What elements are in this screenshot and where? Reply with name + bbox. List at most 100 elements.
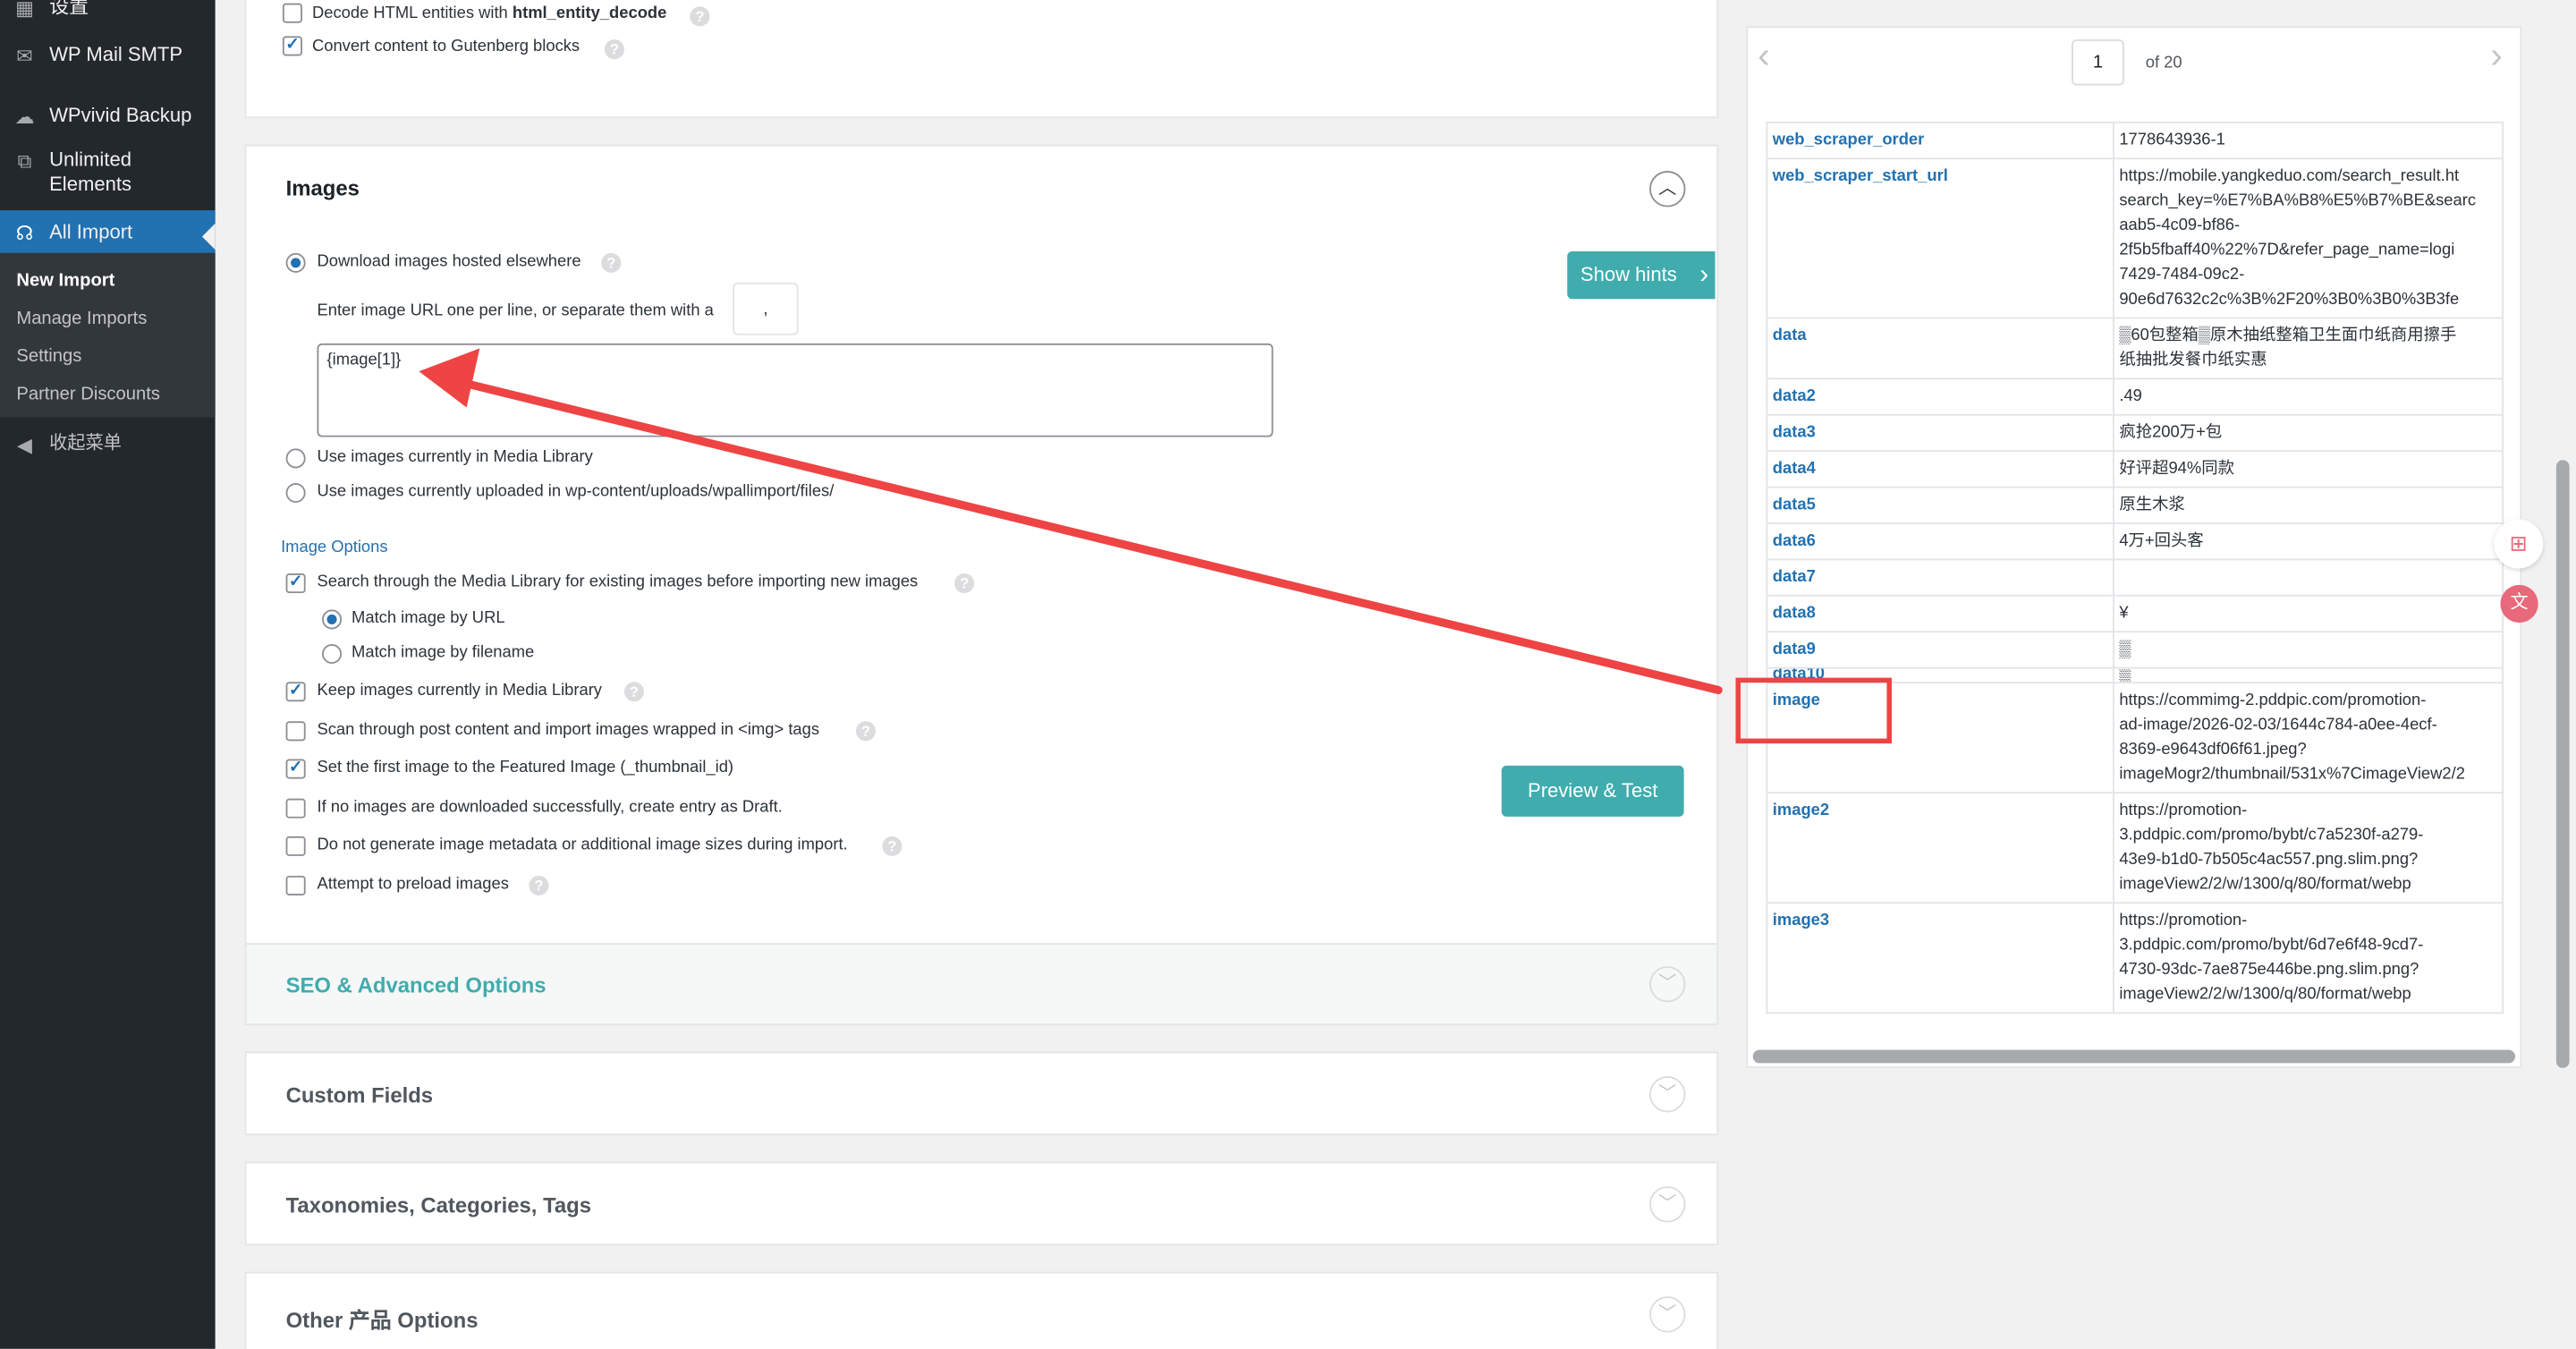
expand-chevron-down-icon[interactable]: ﹀ bbox=[1649, 1296, 1686, 1333]
help-icon[interactable]: ? bbox=[601, 252, 622, 273]
sidebar-item-wpvivid-backup[interactable]: ☁ WPvivid Backup bbox=[0, 104, 216, 129]
help-icon[interactable]: ? bbox=[690, 6, 710, 27]
table-scrollbar-thumb[interactable] bbox=[1752, 1049, 2515, 1064]
field-key[interactable]: image2 bbox=[1766, 792, 2114, 904]
field-key[interactable]: image bbox=[1766, 682, 2114, 794]
collapse-menu-button[interactable]: ◀ 收起菜单 bbox=[0, 432, 216, 457]
content-options-panel: Decode HTML entities with html_entity_de… bbox=[244, 0, 1719, 119]
images-panel: Images ︿ Download images hosted elsewher… bbox=[244, 144, 1719, 944]
gutenberg-label: Convert content to Gutenberg blocks bbox=[311, 38, 580, 56]
scan-content-checkbox[interactable] bbox=[285, 721, 306, 742]
field-key[interactable]: data8 bbox=[1766, 594, 2114, 633]
custom-fields-section[interactable]: Custom Fields ﹀ bbox=[244, 1051, 1719, 1136]
other-options-section[interactable]: Other 产品 Options ﹀ bbox=[244, 1271, 1719, 1349]
submenu-partner-discounts[interactable]: Partner Discounts bbox=[16, 385, 160, 404]
taxonomies-section[interactable]: Taxonomies, Categories, Tags ﹀ bbox=[244, 1161, 1719, 1246]
record-number-input[interactable]: 1 bbox=[2072, 39, 2124, 86]
media-library-label: Use images currently in Media Library bbox=[317, 448, 593, 467]
unlimited-elements-icon: ⧉ bbox=[17, 149, 32, 173]
keep-images-checkbox[interactable]: ✓ bbox=[285, 682, 306, 702]
field-key[interactable]: data5 bbox=[1766, 486, 2114, 524]
decode-entities-checkbox[interactable] bbox=[282, 3, 302, 23]
field-key[interactable]: web_scraper_order bbox=[1766, 121, 2114, 160]
sidebar-submenu: New Import Manage Imports Settings Partn… bbox=[0, 252, 216, 418]
media-library-radio[interactable] bbox=[285, 448, 306, 469]
data-preview-table: web_scraper_order 1778643936-1 web_scraper… bbox=[1766, 121, 2504, 1014]
sidebar-item-unlimited-elements[interactable]: ⧉ Unlimited Elements bbox=[0, 148, 216, 197]
field-value: ▒ bbox=[2112, 631, 2504, 669]
help-icon[interactable]: ? bbox=[954, 573, 975, 594]
show-hints-label: Show hints bbox=[1580, 262, 1677, 286]
field-value: 4万+回头客 bbox=[2112, 522, 2504, 561]
field-value: https://promotion- 3.pddpic.com/promo/by… bbox=[2112, 902, 2504, 1014]
help-icon[interactable]: ? bbox=[882, 836, 902, 856]
submenu-settings[interactable]: Settings bbox=[16, 347, 81, 367]
page-scrollbar-thumb[interactable] bbox=[2555, 460, 2570, 1068]
draft-if-none-checkbox[interactable] bbox=[285, 798, 306, 819]
sidebar-item-settings[interactable]: ▦ 设置 bbox=[0, 0, 216, 20]
uploaded-files-radio[interactable] bbox=[285, 482, 306, 504]
extension-grid-icon[interactable]: ⊞ bbox=[2494, 519, 2544, 569]
table-row: image2 https://promotion- 3.pddpic.com/pr… bbox=[1766, 792, 2504, 904]
match-filename-radio[interactable] bbox=[321, 643, 343, 665]
match-url-label: Match image by URL bbox=[352, 609, 505, 628]
field-key[interactable]: data9 bbox=[1766, 631, 2114, 669]
match-filename-label: Match image by filename bbox=[352, 643, 535, 663]
download-images-radio[interactable] bbox=[285, 252, 306, 273]
collapse-chevron-up-icon[interactable]: ︿ bbox=[1649, 171, 1686, 208]
all-import-icon: ☊ bbox=[15, 221, 34, 244]
field-key[interactable]: data4 bbox=[1766, 450, 2114, 488]
preview-test-button[interactable]: Preview & Test bbox=[1501, 765, 1684, 817]
search-media-checkbox[interactable]: ✓ bbox=[285, 573, 306, 594]
field-key[interactable]: data2 bbox=[1766, 378, 2114, 416]
help-icon[interactable]: ? bbox=[855, 721, 876, 742]
sidebar-item-label: WPvivid Backup bbox=[49, 103, 192, 127]
help-icon[interactable]: ? bbox=[604, 39, 624, 60]
help-icon[interactable]: ? bbox=[623, 682, 644, 702]
help-icon[interactable]: ? bbox=[529, 875, 549, 896]
field-key[interactable]: data6 bbox=[1766, 522, 2114, 561]
expand-chevron-down-icon[interactable]: ﹀ bbox=[1649, 1076, 1686, 1113]
table-row: data10 ▒ bbox=[1766, 666, 2504, 684]
submenu-manage-imports[interactable]: Manage Imports bbox=[16, 309, 147, 328]
translate-icon[interactable]: 文 bbox=[2500, 584, 2538, 624]
sidebar-item-label: WP Mail SMTP bbox=[49, 42, 183, 66]
field-value: 1778643936-1 bbox=[2112, 121, 2504, 160]
field-value: 原生木浆 bbox=[2112, 486, 2504, 524]
separator-input[interactable]: , bbox=[733, 282, 799, 335]
previous-record-chevron-icon[interactable]: ‹ bbox=[1758, 35, 1769, 78]
table-row: data6 4万+回头客 bbox=[1766, 522, 2504, 561]
field-key[interactable]: image3 bbox=[1766, 902, 2114, 1014]
set-featured-label: Set the first image to the Featured Imag… bbox=[317, 759, 734, 777]
download-images-label: Download images hosted elsewhere bbox=[317, 252, 581, 272]
collapse-icon: ◀ bbox=[17, 433, 33, 457]
expand-chevron-down-icon[interactable]: ﹀ bbox=[1649, 965, 1686, 1003]
set-featured-checkbox[interactable]: ✓ bbox=[285, 759, 306, 779]
no-metadata-checkbox[interactable] bbox=[285, 836, 306, 856]
submenu-new-import[interactable]: New Import bbox=[16, 271, 114, 291]
admin-sidebar: ▦ 设置 ✉ WP Mail SMTP ☁ WPvivid Backup ⧉ U… bbox=[0, 0, 216, 1349]
field-key[interactable]: data10 bbox=[1766, 666, 2114, 684]
current-menu-arrow bbox=[201, 223, 216, 250]
field-key[interactable]: data7 bbox=[1766, 558, 2114, 597]
decode-entities-label: Decode HTML entities with html_entity_de… bbox=[311, 4, 667, 23]
gutenberg-checkbox[interactable]: ✓ bbox=[282, 36, 302, 56]
field-key[interactable]: web_scraper_start_url bbox=[1766, 157, 2114, 319]
seo-section[interactable]: SEO & Advanced Options ﹀ bbox=[244, 943, 1719, 1026]
next-record-chevron-icon[interactable]: › bbox=[2490, 35, 2502, 78]
field-key[interactable]: data3 bbox=[1766, 413, 2114, 453]
field-key[interactable]: data bbox=[1766, 317, 2114, 380]
chevron-right-icon: › bbox=[1699, 261, 1709, 290]
image-url-textarea[interactable]: {image[1]} bbox=[317, 343, 1274, 437]
preload-checkbox[interactable] bbox=[285, 875, 306, 896]
other-options-title: Other 产品 Options bbox=[285, 1308, 479, 1333]
expand-chevron-down-icon[interactable]: ﹀ bbox=[1649, 1186, 1686, 1223]
show-hints-button[interactable]: Show hints › bbox=[1567, 251, 1716, 300]
sidebar-item-all-import[interactable]: ☊ All Import bbox=[0, 210, 216, 253]
image-options-heading: Image Options bbox=[281, 539, 388, 557]
sidebar-item-wp-mail-smtp[interactable]: ✉ WP Mail SMTP bbox=[0, 43, 216, 68]
field-value: https://promotion- 3.pddpic.com/promo/by… bbox=[2112, 792, 2504, 904]
match-url-radio[interactable] bbox=[321, 609, 343, 630]
custom-fields-title: Custom Fields bbox=[285, 1082, 434, 1107]
field-value: https://mobile.yangkeduo.com/search_resu… bbox=[2112, 157, 2504, 319]
